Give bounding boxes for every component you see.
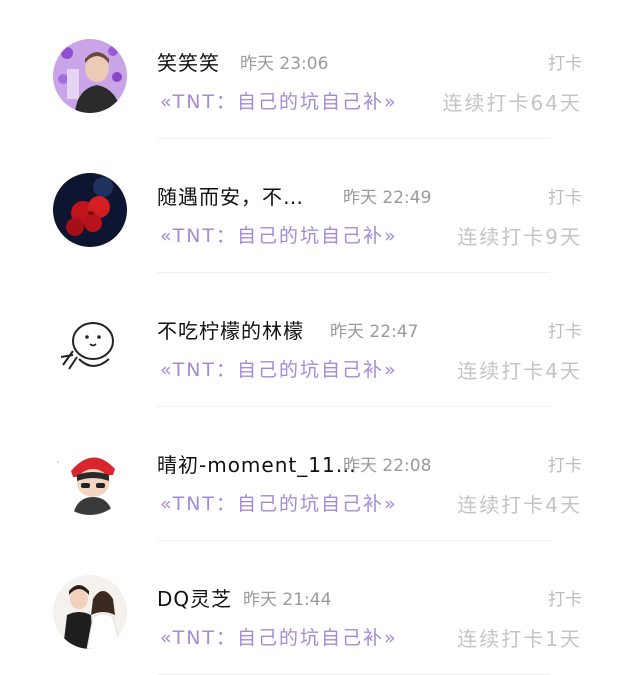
checkin-action-label[interactable]: 打卡 xyxy=(548,451,582,476)
streak-count: 连续打卡64天 xyxy=(442,91,582,115)
avatar[interactable] xyxy=(53,173,127,247)
avatar-couple-photo xyxy=(53,575,127,649)
checkin-action-label[interactable]: 打卡 xyxy=(548,183,582,208)
user-name[interactable]: 笑笑笑 xyxy=(157,47,220,76)
checkin-time: 昨天 22:08 xyxy=(343,456,432,476)
group-link[interactable]: «TNT：自己的坑自己补» xyxy=(160,221,398,248)
user-name[interactable]: 随遇而安，不… xyxy=(157,181,304,210)
checkin-action-label[interactable]: 打卡 xyxy=(548,317,582,342)
checkin-action-label[interactable]: 打卡 xyxy=(548,585,582,610)
user-name[interactable]: 不吃柠檬的林檬 xyxy=(157,315,304,344)
streak-count: 连续打卡4天 xyxy=(457,493,582,517)
group-link[interactable]: «TNT：自己的坑自己补» xyxy=(160,355,398,382)
checkin-time: 昨天 22:47 xyxy=(330,322,419,342)
avatar-anime-boy-red-cap: · xyxy=(53,441,127,515)
checkin-time: 昨天 23:06 xyxy=(240,54,329,74)
group-link[interactable]: «TNT：自己的坑自己补» xyxy=(160,489,398,516)
group-link[interactable]: «TNT：自己的坑自己补» xyxy=(160,87,398,114)
checkin-time: 昨天 21:44 xyxy=(243,590,332,610)
avatar-purple-hearts-photo xyxy=(53,39,127,113)
streak-count: 连续打卡4天 xyxy=(457,359,582,383)
avatar[interactable] xyxy=(53,575,127,649)
avatar-cartoon-doodle xyxy=(53,307,127,381)
checkin-record[interactable]: 不吃柠檬的林檬 昨天 22:47 打卡 «TNT：自己的坑自己补» 连续打卡4天 xyxy=(0,273,640,407)
streak-count: 连续打卡1天 xyxy=(457,627,582,651)
checkin-record[interactable]: 笑笑笑 昨天 23:06 打卡 «TNT：自己的坑自己补» 连续打卡64天 xyxy=(0,5,640,139)
avatar[interactable]: · xyxy=(53,441,127,515)
user-name[interactable]: 晴初-moment_11… xyxy=(157,449,357,478)
avatar-red-roses-photo xyxy=(53,173,127,247)
checkin-time: 昨天 22:49 xyxy=(343,188,432,208)
avatar[interactable] xyxy=(53,307,127,381)
checkin-record[interactable]: · 晴初-moment_11… 昨天 22:08 打卡 «TNT：自己的坑自己补… xyxy=(0,407,640,541)
streak-count: 连续打卡9天 xyxy=(457,225,582,249)
avatar[interactable] xyxy=(53,39,127,113)
checkin-action-label[interactable]: 打卡 xyxy=(548,49,582,74)
checkin-list: 笑笑笑 昨天 23:06 打卡 «TNT：自己的坑自己补» 连续打卡64天 随遇… xyxy=(0,0,640,675)
checkin-record[interactable]: 随遇而安，不… 昨天 22:49 打卡 «TNT：自己的坑自己补» 连续打卡9天 xyxy=(0,139,640,273)
group-link[interactable]: «TNT：自己的坑自己补» xyxy=(160,623,398,650)
checkin-record[interactable]: DQ灵芝 昨天 21:44 打卡 «TNT：自己的坑自己补» 连续打卡1天 xyxy=(0,541,640,675)
user-name[interactable]: DQ灵芝 xyxy=(157,583,232,612)
